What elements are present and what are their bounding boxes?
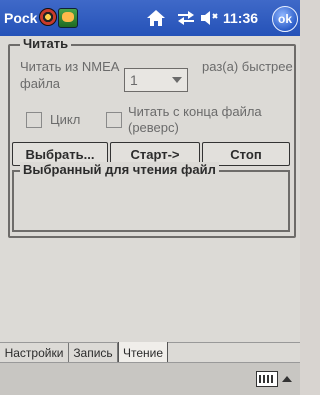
app-title: Pock — [4, 10, 38, 26]
cycle-checkbox[interactable] — [26, 112, 42, 128]
main-panel: Читать Читать из NMEA файла 1 раз(а) быс… — [0, 36, 300, 342]
clock[interactable]: 11:36 — [223, 10, 258, 26]
volume-icon[interactable] — [200, 10, 218, 26]
reverse-label: Читать с конца файла (реверс) — [128, 104, 262, 135]
sync-icon[interactable] — [176, 10, 196, 26]
speed-select[interactable]: 1 — [124, 68, 188, 92]
chevron-up-icon[interactable] — [282, 376, 292, 382]
read-from-nmea-label: Читать из NMEA файла — [20, 59, 119, 91]
app-icon-1[interactable] — [39, 8, 57, 26]
tab-reading[interactable]: Чтение — [118, 342, 168, 364]
selected-file-title: Выбранный для чтения файл — [20, 162, 219, 177]
group-title: Читать — [20, 36, 72, 51]
times-faster-label: раз(а) быстрее — [202, 59, 293, 74]
title-bar: Pock 11:36 ok — [0, 0, 300, 36]
cycle-label: Цикл — [50, 112, 81, 127]
speed-value: 1 — [130, 72, 138, 88]
command-bar — [0, 362, 300, 395]
read-group: Читать Читать из NMEA файла 1 раз(а) быс… — [8, 36, 296, 238]
keyboard-icon[interactable] — [256, 371, 278, 387]
app-icon-2[interactable] — [58, 8, 78, 28]
tab-settings[interactable]: Настройки — [0, 343, 69, 363]
selected-file-box: Выбранный для чтения файл — [12, 162, 290, 232]
chevron-down-icon — [172, 77, 182, 83]
ok-button[interactable]: ok — [272, 6, 298, 32]
reverse-checkbox[interactable] — [106, 112, 122, 128]
home-icon[interactable] — [146, 9, 166, 27]
tab-record[interactable]: Запись — [69, 343, 118, 363]
tab-bar: Настройки Запись Чтение — [0, 342, 300, 364]
